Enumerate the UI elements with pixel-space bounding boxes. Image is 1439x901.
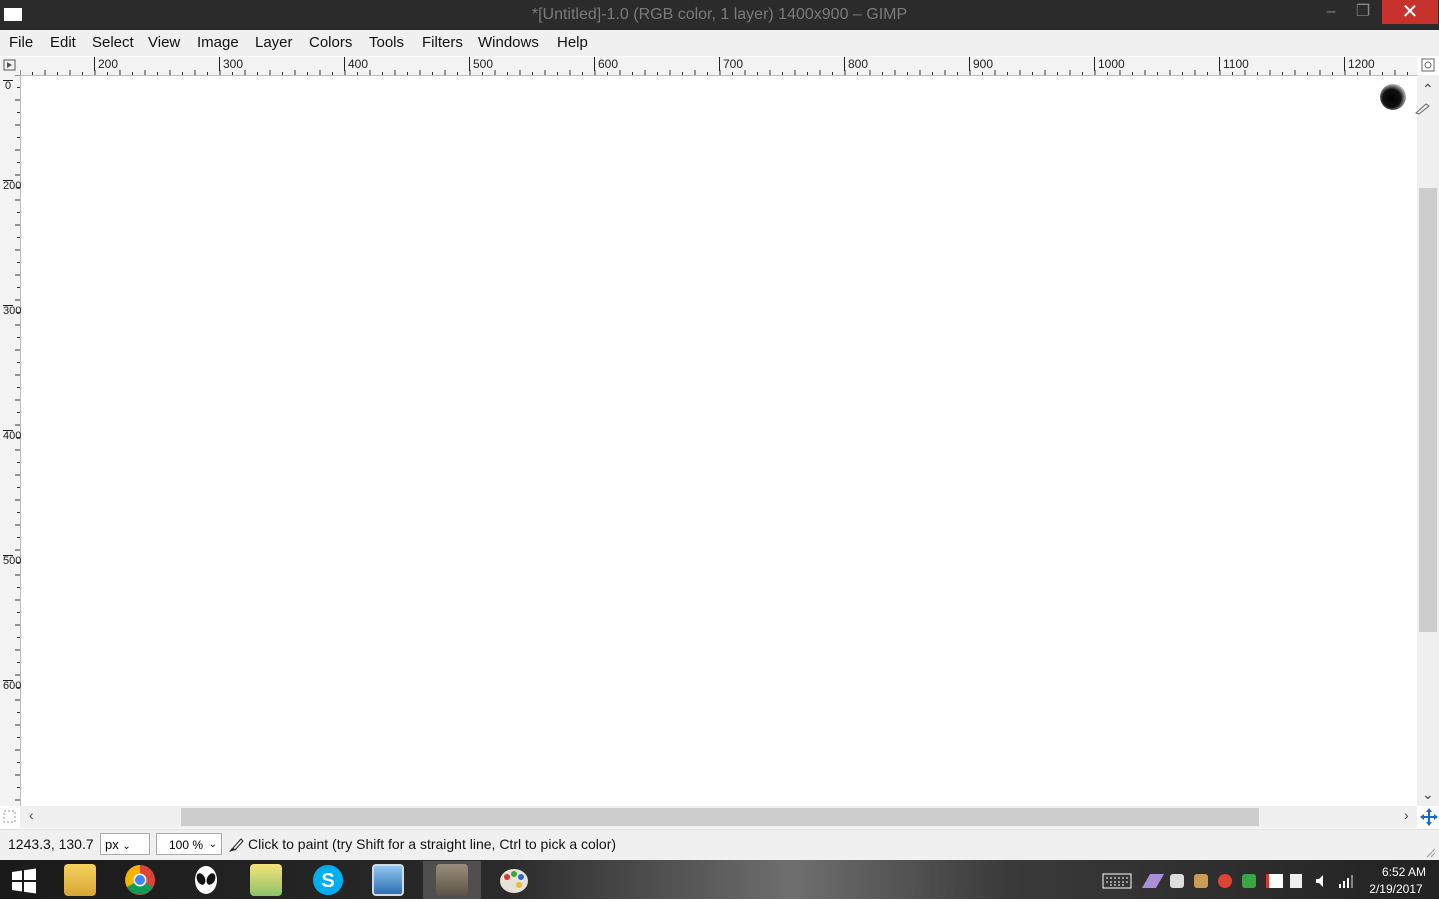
- ruler-label: 1000: [1094, 57, 1125, 71]
- menu-tools[interactable]: Tools: [369, 34, 404, 51]
- menu-view[interactable]: View: [148, 34, 180, 51]
- chevron-down-icon: ⌄: [208, 839, 217, 850]
- menu-filters[interactable]: Filters: [422, 34, 463, 51]
- menu-bar: File Edit Select View Image Layer Colors…: [0, 30, 1439, 56]
- brush-cursor: [1380, 84, 1406, 110]
- ruler-corner[interactable]: [0, 57, 20, 75]
- maximize-button[interactable]: ❐: [1350, 0, 1376, 24]
- navigate-icon[interactable]: [1420, 808, 1438, 826]
- ruler-label: 900: [969, 57, 993, 71]
- menu-edit[interactable]: Edit: [50, 34, 76, 51]
- pointer-coordinates: 1243.3, 130.7: [8, 836, 94, 852]
- close-button[interactable]: ✕: [1382, 0, 1438, 24]
- ruler-label: 0: [3, 80, 13, 92]
- chevron-down-icon: ⌄: [122, 841, 131, 852]
- horizontal-scroll-thumb[interactable]: [181, 808, 1259, 826]
- speaker-icon[interactable]: [1314, 873, 1330, 889]
- navigate-corner-icon[interactable]: [3, 810, 17, 824]
- skype-icon[interactable]: S: [312, 864, 344, 896]
- gimp-icon[interactable]: [436, 864, 468, 896]
- ruler-label: 700: [719, 57, 743, 71]
- ruler-label: 300: [3, 305, 22, 317]
- zoom-value: 100 %: [169, 838, 204, 852]
- ruler-label: 200: [3, 180, 22, 192]
- menu-select[interactable]: Select: [92, 34, 134, 51]
- action-center-flag-icon[interactable]: [1266, 874, 1283, 888]
- zoom-select[interactable]: 100 % ⌄: [156, 833, 222, 855]
- brush-icon: [1414, 101, 1432, 115]
- paintbrush-icon: [226, 836, 244, 854]
- windows-start-icon[interactable]: [10, 868, 38, 894]
- ruler-label: 300: [219, 57, 243, 71]
- clock-date[interactable]: 2/19/2017: [1368, 882, 1424, 896]
- ruler-label: 500: [3, 555, 22, 567]
- svg-text:S: S: [321, 870, 334, 892]
- ruler-label: 500: [469, 57, 493, 71]
- resize-grip-icon[interactable]: [1424, 845, 1436, 858]
- ruler-label: 600: [3, 680, 22, 692]
- vertical-scroll-thumb[interactable]: [1419, 188, 1437, 632]
- scroll-left-icon[interactable]: ‹: [29, 807, 34, 823]
- tray-app-icon[interactable]: [1194, 874, 1208, 888]
- folder-icon[interactable]: [250, 864, 282, 896]
- menu-layer[interactable]: Layer: [255, 34, 293, 51]
- ruler-label: 400: [3, 430, 22, 442]
- unit-select[interactable]: px ⌄: [100, 833, 150, 855]
- tray-app-icon[interactable]: [1242, 874, 1256, 888]
- clock-time[interactable]: 6:52 AM: [1376, 865, 1432, 879]
- horizontal-ruler[interactable]: 200 300 400 500 600 700 800 900 1000 110…: [20, 57, 1417, 76]
- ruler-label: 200: [94, 57, 118, 71]
- scroll-right-icon[interactable]: ›: [1404, 807, 1409, 823]
- menu-colors[interactable]: Colors: [309, 34, 352, 51]
- menu-file[interactable]: File: [9, 34, 33, 51]
- ruler-label: 1200: [1344, 57, 1375, 71]
- paint-icon[interactable]: [498, 864, 530, 896]
- alien-app-icon[interactable]: [190, 864, 222, 896]
- vertical-ruler[interactable]: 0 200 300 400 500 600: [0, 75, 21, 806]
- ruler-label: 800: [844, 57, 868, 71]
- network-signal-icon[interactable]: [1338, 873, 1354, 889]
- tray-app-icon[interactable]: [1170, 874, 1184, 888]
- scroll-down-icon[interactable]: ⌄: [1422, 786, 1434, 803]
- zoom-lock-icon[interactable]: [1421, 58, 1435, 72]
- menu-windows[interactable]: Windows: [478, 34, 539, 51]
- ruler-label: 1100: [1219, 57, 1249, 71]
- quick-mask-icon: [3, 59, 16, 71]
- chrome-tray-icon[interactable]: [1218, 874, 1232, 888]
- ruler-label: 400: [344, 57, 368, 71]
- status-message: Click to paint (try Shift for a straight…: [248, 836, 617, 852]
- ruler-label: 600: [594, 57, 618, 71]
- photo-viewer-icon[interactable]: [372, 864, 404, 896]
- minimize-button[interactable]: –: [1318, 0, 1344, 24]
- menu-image[interactable]: Image: [197, 34, 239, 51]
- keyboard-icon[interactable]: [1102, 872, 1132, 890]
- unit-value: px: [105, 837, 119, 852]
- chrome-icon[interactable]: [124, 864, 156, 896]
- file-explorer-icon[interactable]: [64, 864, 96, 896]
- window-title: *[Untitled]-1.0 (RGB color, 1 layer) 140…: [531, 6, 908, 23]
- image-canvas[interactable]: [21, 76, 1417, 806]
- scroll-up-icon[interactable]: ⌃: [1422, 81, 1434, 98]
- battery-icon[interactable]: [1290, 874, 1302, 888]
- menu-help[interactable]: Help: [557, 34, 588, 51]
